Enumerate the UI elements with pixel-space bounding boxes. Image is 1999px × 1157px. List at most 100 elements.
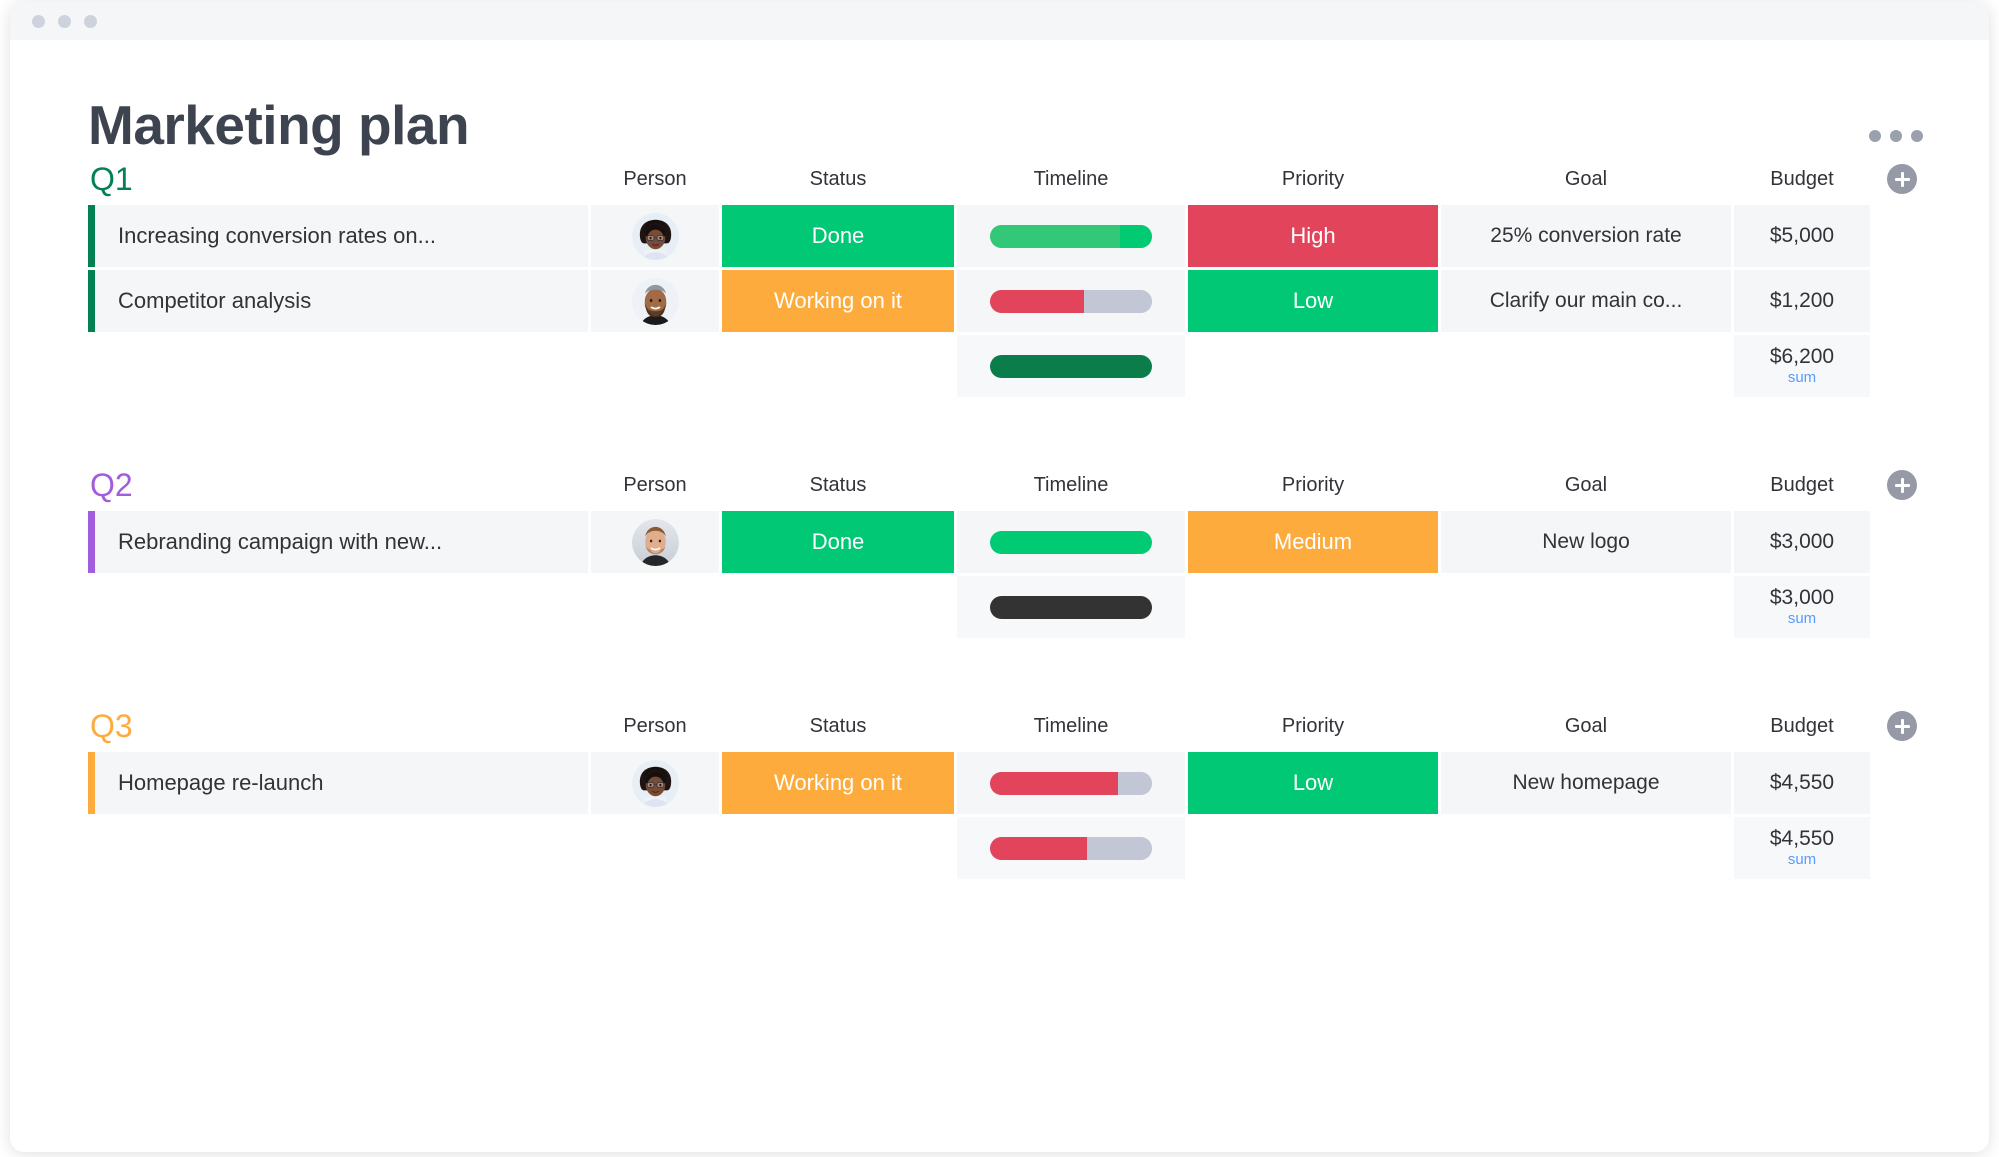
summary-priority-cell <box>1188 817 1438 879</box>
timeline-bar[interactable] <box>990 289 1152 313</box>
timeline-bar[interactable] <box>990 836 1152 860</box>
menu-dot-icon <box>1890 130 1902 142</box>
row-extra-cell[interactable] <box>1873 752 1931 814</box>
group-q3: Q3 Person Status Timeline Priority Goal Budget… <box>10 700 1989 879</box>
item-name-cell[interactable]: Rebranding campaign with new... <box>88 511 588 573</box>
status-cell[interactable]: Working on it <box>722 752 954 814</box>
budget-cell[interactable]: $5,000 <box>1734 205 1870 267</box>
column-header-budget[interactable]: Budget <box>1734 168 1870 191</box>
table-row[interactable]: Homepage re-launch Working on it Low New… <box>88 752 1989 814</box>
column-header-timeline[interactable]: Timeline <box>957 168 1185 191</box>
timeline-cell[interactable] <box>957 752 1185 814</box>
column-header-goal[interactable]: Goal <box>1441 474 1731 497</box>
priority-cell[interactable]: Low <box>1188 270 1438 332</box>
column-header-timeline[interactable]: Timeline <box>957 715 1185 738</box>
summary-timeline-cell[interactable] <box>957 576 1185 638</box>
item-name-cell[interactable]: Homepage re-launch <box>88 752 588 814</box>
column-header-status[interactable]: Status <box>722 474 954 497</box>
timeline-bar[interactable] <box>990 771 1152 795</box>
row-extra-cell[interactable] <box>1873 205 1931 267</box>
timeline-segment <box>990 289 1084 313</box>
menu-dot-icon <box>1869 130 1881 142</box>
column-header-status[interactable]: Status <box>722 168 954 191</box>
summary-budget-cell[interactable]: $4,550 sum <box>1734 817 1870 879</box>
priority-cell[interactable]: Medium <box>1188 511 1438 573</box>
summary-budget-function[interactable]: sum <box>1788 610 1816 628</box>
timeline-bar[interactable] <box>990 354 1152 378</box>
row-extra-cell[interactable] <box>1873 270 1931 332</box>
window-maximize-dot[interactable] <box>84 14 97 28</box>
column-header-goal[interactable]: Goal <box>1441 715 1731 738</box>
avatar <box>631 518 679 566</box>
column-header-priority[interactable]: Priority <box>1188 715 1438 738</box>
person-cell[interactable] <box>591 752 719 814</box>
column-header-person[interactable]: Person <box>591 168 719 191</box>
timeline-bar[interactable] <box>990 530 1152 554</box>
status-cell[interactable]: Working on it <box>722 270 954 332</box>
board-more-menu-button[interactable] <box>1863 124 1929 148</box>
timeline-segment <box>990 771 1118 795</box>
goal-cell[interactable]: 25% conversion rate <box>1441 205 1731 267</box>
person-cell[interactable] <box>591 205 719 267</box>
summary-person-cell <box>591 817 719 879</box>
column-header-person[interactable]: Person <box>591 474 719 497</box>
add-column-button[interactable] <box>1887 711 1917 741</box>
timeline-bar[interactable] <box>990 595 1152 619</box>
summary-name-cell <box>88 335 588 397</box>
group-title[interactable]: Q2 <box>88 469 588 501</box>
add-column-button[interactable] <box>1887 470 1917 500</box>
status-cell[interactable]: Done <box>722 205 954 267</box>
person-cell[interactable] <box>591 270 719 332</box>
item-name-cell[interactable]: Increasing conversion rates on... <box>88 205 588 267</box>
group-title[interactable]: Q1 <box>88 163 588 195</box>
timeline-segment <box>1119 224 1152 248</box>
timeline-cell[interactable] <box>957 270 1185 332</box>
summary-timeline-cell[interactable] <box>957 335 1185 397</box>
summary-budget-cell[interactable]: $3,000 sum <box>1734 576 1870 638</box>
table-row[interactable]: Competitor analysis Working on it Low Cl… <box>88 270 1989 332</box>
summary-budget-function[interactable]: sum <box>1788 369 1816 387</box>
goal-cell[interactable]: New logo <box>1441 511 1731 573</box>
summary-timeline-cell[interactable] <box>957 817 1185 879</box>
column-header-person[interactable]: Person <box>591 715 719 738</box>
status-cell[interactable]: Done <box>722 511 954 573</box>
summary-status-cell <box>722 817 954 879</box>
timeline-bar[interactable] <box>990 224 1152 248</box>
priority-cell[interactable]: High <box>1188 205 1438 267</box>
goal-cell[interactable]: Clarify our main co... <box>1441 270 1731 332</box>
timeline-cell[interactable] <box>957 205 1185 267</box>
timeline-segment <box>990 530 1152 554</box>
goal-label: 25% conversion rate <box>1490 224 1682 247</box>
timeline-cell[interactable] <box>957 511 1185 573</box>
column-header-budget[interactable]: Budget <box>1734 474 1870 497</box>
summary-extra-cell <box>1873 817 1931 879</box>
status-label: Working on it <box>774 288 902 313</box>
column-header-goal[interactable]: Goal <box>1441 168 1731 191</box>
table-row[interactable]: Rebranding campaign with new... Done Med… <box>88 511 1989 573</box>
window-close-dot[interactable] <box>32 14 45 28</box>
column-header-budget[interactable]: Budget <box>1734 715 1870 738</box>
budget-cell[interactable]: $3,000 <box>1734 511 1870 573</box>
summary-budget-cell[interactable]: $6,200 sum <box>1734 335 1870 397</box>
group-color-bar <box>88 511 95 573</box>
summary-budget-value: $4,550 <box>1769 826 1835 850</box>
add-column-button[interactable] <box>1887 164 1917 194</box>
table-row[interactable]: Increasing conversion rates on... Done H… <box>88 205 1989 267</box>
item-name-cell[interactable]: Competitor analysis <box>88 270 588 332</box>
goal-cell[interactable]: New homepage <box>1441 752 1731 814</box>
budget-cell[interactable]: $1,200 <box>1734 270 1870 332</box>
column-header-status[interactable]: Status <box>722 715 954 738</box>
column-header-priority[interactable]: Priority <box>1188 168 1438 191</box>
summary-budget-function[interactable]: sum <box>1788 851 1816 869</box>
person-cell[interactable] <box>591 511 719 573</box>
priority-cell[interactable]: Low <box>1188 752 1438 814</box>
column-header-timeline[interactable]: Timeline <box>957 474 1185 497</box>
budget-label: $4,550 <box>1769 771 1835 794</box>
summary-status-cell <box>722 335 954 397</box>
column-header-priority[interactable]: Priority <box>1188 474 1438 497</box>
row-extra-cell[interactable] <box>1873 511 1931 573</box>
window-minimize-dot[interactable] <box>58 14 71 28</box>
group-title[interactable]: Q3 <box>88 710 588 742</box>
timeline-segment <box>990 595 1152 619</box>
budget-cell[interactable]: $4,550 <box>1734 752 1870 814</box>
